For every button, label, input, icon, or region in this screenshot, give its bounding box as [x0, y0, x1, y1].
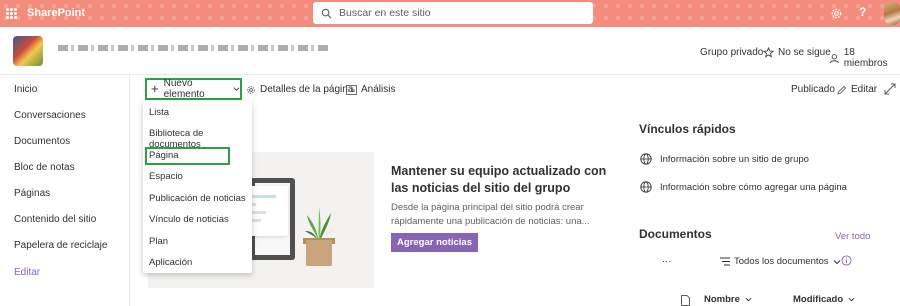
edit-page-button[interactable]: Editar [837, 84, 877, 95]
search-box[interactable] [313, 2, 593, 24]
quick-link-item[interactable]: Información sobre un sitio de grupo [640, 153, 809, 165]
edit-page-label: Editar [851, 84, 878, 95]
new-item-label: Nuevo elemento [163, 78, 205, 100]
plant-pot [306, 240, 332, 266]
app-name[interactable]: SharePoint [27, 7, 85, 19]
menu-item-espacio[interactable]: Espacio [149, 171, 183, 182]
quick-links-title: Vínculos rápidos [639, 122, 736, 136]
page-details-button[interactable]: Detalles de la página [246, 84, 353, 95]
pencil-icon [837, 85, 847, 95]
globe-icon [640, 153, 652, 165]
analytics-button[interactable]: Análisis [346, 84, 395, 95]
nav-item-inicio[interactable]: Inicio [14, 84, 37, 95]
view-selector[interactable]: Todos los documentos [720, 256, 841, 267]
privacy-text: Grupo privado [700, 47, 764, 58]
person-icon [829, 53, 839, 63]
members-label: 18 miembros [843, 47, 888, 69]
menu-item-plan[interactable]: Plan [149, 236, 168, 247]
published-label: Publicado [791, 84, 835, 95]
page-details-label: Detalles de la página [260, 84, 354, 95]
nav-item-conversaciones[interactable]: Conversaciones [14, 110, 86, 121]
menu-item-aplicacion[interactable]: Aplicación [149, 257, 192, 268]
more-options-button[interactable]: ··· [662, 256, 672, 267]
column-label: Nombre [704, 294, 740, 305]
nav-item-documentos[interactable]: Documentos [14, 136, 70, 147]
plus-icon: + [151, 81, 159, 96]
user-avatar[interactable] [884, 2, 900, 25]
chevron-down-icon [745, 297, 752, 302]
menu-item-vinculo-noticias[interactable]: Vínculo de noticias [149, 214, 229, 225]
column-header-nombre[interactable]: Nombre [704, 294, 752, 305]
menu-item-lista[interactable]: Lista [149, 107, 169, 118]
globe-icon [640, 181, 652, 193]
follow-button[interactable]: No se sigue [763, 47, 831, 58]
column-header-modificado[interactable]: Modificado [793, 294, 855, 305]
nav-item-papelera[interactable]: Papelera de reciclaje [14, 240, 107, 251]
search-input[interactable] [339, 7, 579, 19]
documents-title: Documentos [639, 227, 712, 241]
add-news-button[interactable]: Agregar noticias [391, 233, 478, 252]
members-button[interactable]: 18 miembros [829, 47, 900, 69]
info-icon[interactable] [841, 255, 852, 266]
see-all-link[interactable]: Ver todo [835, 231, 870, 242]
view-selector-label: Todos los documentos [734, 256, 829, 267]
chevron-down-icon [848, 297, 855, 302]
column-label: Modificado [793, 294, 844, 305]
quick-link-label: Información sobre un sitio de grupo [660, 153, 809, 165]
analytics-icon [346, 84, 357, 95]
site-name-blurred [58, 45, 328, 51]
news-title: Mantener su equipo actualizado con las n… [391, 164, 607, 195]
quick-link-label: Información sobre cómo agregar una págin… [660, 181, 847, 193]
header-divider [0, 74, 900, 75]
expand-icon[interactable] [884, 83, 896, 95]
file-type-icon [681, 295, 690, 306]
chevron-down-icon [833, 259, 840, 264]
gear-icon [247, 85, 255, 94]
chevron-down-icon [233, 87, 240, 91]
quick-link-item[interactable]: Información sobre cómo agregar una págin… [640, 181, 847, 193]
app-launcher-icon[interactable] [6, 8, 17, 19]
menu-item-publicacion-noticias[interactable]: Publicación de noticias [149, 193, 246, 204]
analytics-label: Análisis [361, 84, 396, 95]
list-view-icon [720, 257, 730, 266]
nav-item-bloc-de-notas[interactable]: Bloc de notas [14, 162, 75, 173]
new-item-button[interactable]: + Nuevo elemento [145, 78, 242, 100]
suite-bar: SharePoint ? [0, 0, 900, 27]
nav-item-paginas[interactable]: Páginas [14, 188, 50, 199]
news-description: Desde la página principal del sitio podr… [391, 202, 590, 227]
star-icon [763, 47, 774, 58]
privacy-label: Grupo privado [700, 47, 763, 58]
published-status: Publicado [791, 84, 835, 95]
follow-label: No se sigue [778, 47, 831, 58]
search-icon [321, 8, 332, 18]
site-logo[interactable] [13, 36, 43, 66]
nav-item-contenido-del-sitio[interactable]: Contenido del sitio [14, 214, 96, 225]
nav-edit-link[interactable]: Editar [14, 267, 40, 278]
new-item-dropdown: Lista Biblioteca de documentos Página Es… [143, 101, 252, 273]
highlight-box [145, 147, 230, 165]
help-icon[interactable]: ? [859, 5, 866, 19]
settings-gear-icon[interactable] [830, 7, 843, 20]
